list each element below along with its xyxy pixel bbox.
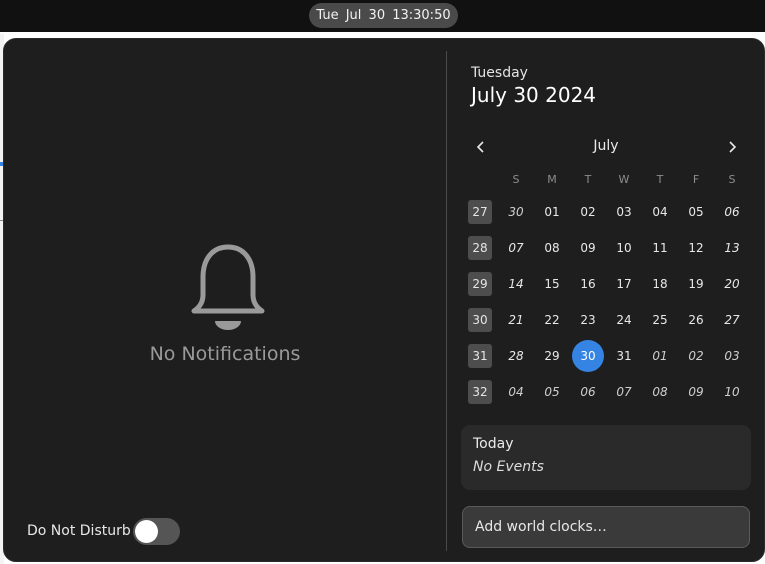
calendar-day[interactable]: 12 <box>678 233 714 263</box>
weekday-header: S <box>728 173 736 186</box>
week-number: 28 <box>468 236 492 260</box>
calendar-day[interactable]: 13 <box>714 233 750 263</box>
panel-divider <box>446 51 447 551</box>
calendar-day[interactable]: 29 <box>534 341 570 371</box>
calendar-day[interactable]: 11 <box>642 233 678 263</box>
bell-icon <box>191 244 265 330</box>
week-number: 27 <box>468 200 492 224</box>
calendar-day[interactable]: 04 <box>498 377 534 407</box>
calendar-day[interactable]: 08 <box>534 233 570 263</box>
selected-day-name: Tuesday <box>471 65 528 81</box>
week-number: 31 <box>468 344 492 368</box>
selected-full-date: July 30 2024 <box>471 83 597 107</box>
add-world-clocks-button[interactable]: Add world clocks… <box>462 506 750 548</box>
previous-month-button[interactable] <box>471 138 491 156</box>
date-time-button[interactable]: Tue Jul 30 13:30:50 <box>309 3 458 28</box>
calendar-day[interactable]: 06 <box>570 377 606 407</box>
do-not-disturb-label: Do Not Disturb <box>27 523 131 539</box>
calendar-day[interactable]: 28 <box>498 341 534 371</box>
week-number: 30 <box>468 308 492 332</box>
do-not-disturb-switch[interactable] <box>133 518 180 545</box>
calendar-day[interactable]: 06 <box>714 197 750 227</box>
switch-knob <box>135 520 158 543</box>
calendar-day[interactable]: 01 <box>534 197 570 227</box>
top-bar: Tue Jul 30 13:30:50 <box>0 0 765 32</box>
chevron-right-icon <box>729 141 737 153</box>
calendar-day[interactable]: 14 <box>498 269 534 299</box>
weekday-header: T <box>656 173 664 186</box>
calendar-day[interactable]: 08 <box>642 377 678 407</box>
calendar-day[interactable]: 05 <box>678 197 714 227</box>
calendar-day[interactable]: 07 <box>498 233 534 263</box>
calendar-day[interactable]: 03 <box>606 197 642 227</box>
calendar-day[interactable]: 02 <box>678 341 714 371</box>
calendar-day[interactable]: 19 <box>678 269 714 299</box>
weekday-header: S <box>512 173 520 186</box>
calendar-day[interactable]: 04 <box>642 197 678 227</box>
calendar-day[interactable]: 26 <box>678 305 714 335</box>
calendar-day[interactable]: 09 <box>570 233 606 263</box>
weekday-header: T <box>584 173 592 186</box>
week-number: 32 <box>468 380 492 404</box>
next-month-button[interactable] <box>722 138 742 156</box>
week-number: 29 <box>468 272 492 296</box>
date-menu-popup: No Notifications Do Not Disturb Tuesday … <box>3 38 765 562</box>
calendar-day[interactable]: 27 <box>714 305 750 335</box>
calendar-day[interactable]: 02 <box>570 197 606 227</box>
month-label: July <box>593 138 619 154</box>
calendar-day[interactable]: 21 <box>498 305 534 335</box>
calendar-day[interactable]: 10 <box>714 377 750 407</box>
calendar-day[interactable]: 01 <box>642 341 678 371</box>
calendar-day[interactable]: 10 <box>606 233 642 263</box>
weekday-header: F <box>692 173 700 186</box>
calendar-day[interactable]: 15 <box>534 269 570 299</box>
events-section[interactable]: Today No Events <box>461 425 751 490</box>
calendar-day[interactable]: 22 <box>534 305 570 335</box>
calendar-day[interactable]: 09 <box>678 377 714 407</box>
calendar-day[interactable]: 30 <box>498 197 534 227</box>
calendar-day[interactable]: 05 <box>534 377 570 407</box>
calendar-day[interactable]: 07 <box>606 377 642 407</box>
calendar-day-today[interactable]: 30 <box>572 340 604 372</box>
calendar-day[interactable]: 03 <box>714 341 750 371</box>
calendar-day[interactable]: 18 <box>642 269 678 299</box>
calendar-day[interactable]: 24 <box>606 305 642 335</box>
no-events-text: No Events <box>473 459 544 475</box>
chevron-left-icon <box>476 141 484 153</box>
weekday-header: W <box>618 173 630 186</box>
calendar-day[interactable]: 20 <box>714 269 750 299</box>
no-notifications-text: No Notifications <box>149 343 301 365</box>
calendar-day[interactable]: 23 <box>570 305 606 335</box>
events-title: Today <box>473 436 514 452</box>
calendar-day[interactable]: 25 <box>642 305 678 335</box>
calendar-day[interactable]: 31 <box>606 341 642 371</box>
calendar-day[interactable]: 17 <box>606 269 642 299</box>
weekday-header: M <box>547 173 557 186</box>
calendar-day[interactable]: 16 <box>570 269 606 299</box>
